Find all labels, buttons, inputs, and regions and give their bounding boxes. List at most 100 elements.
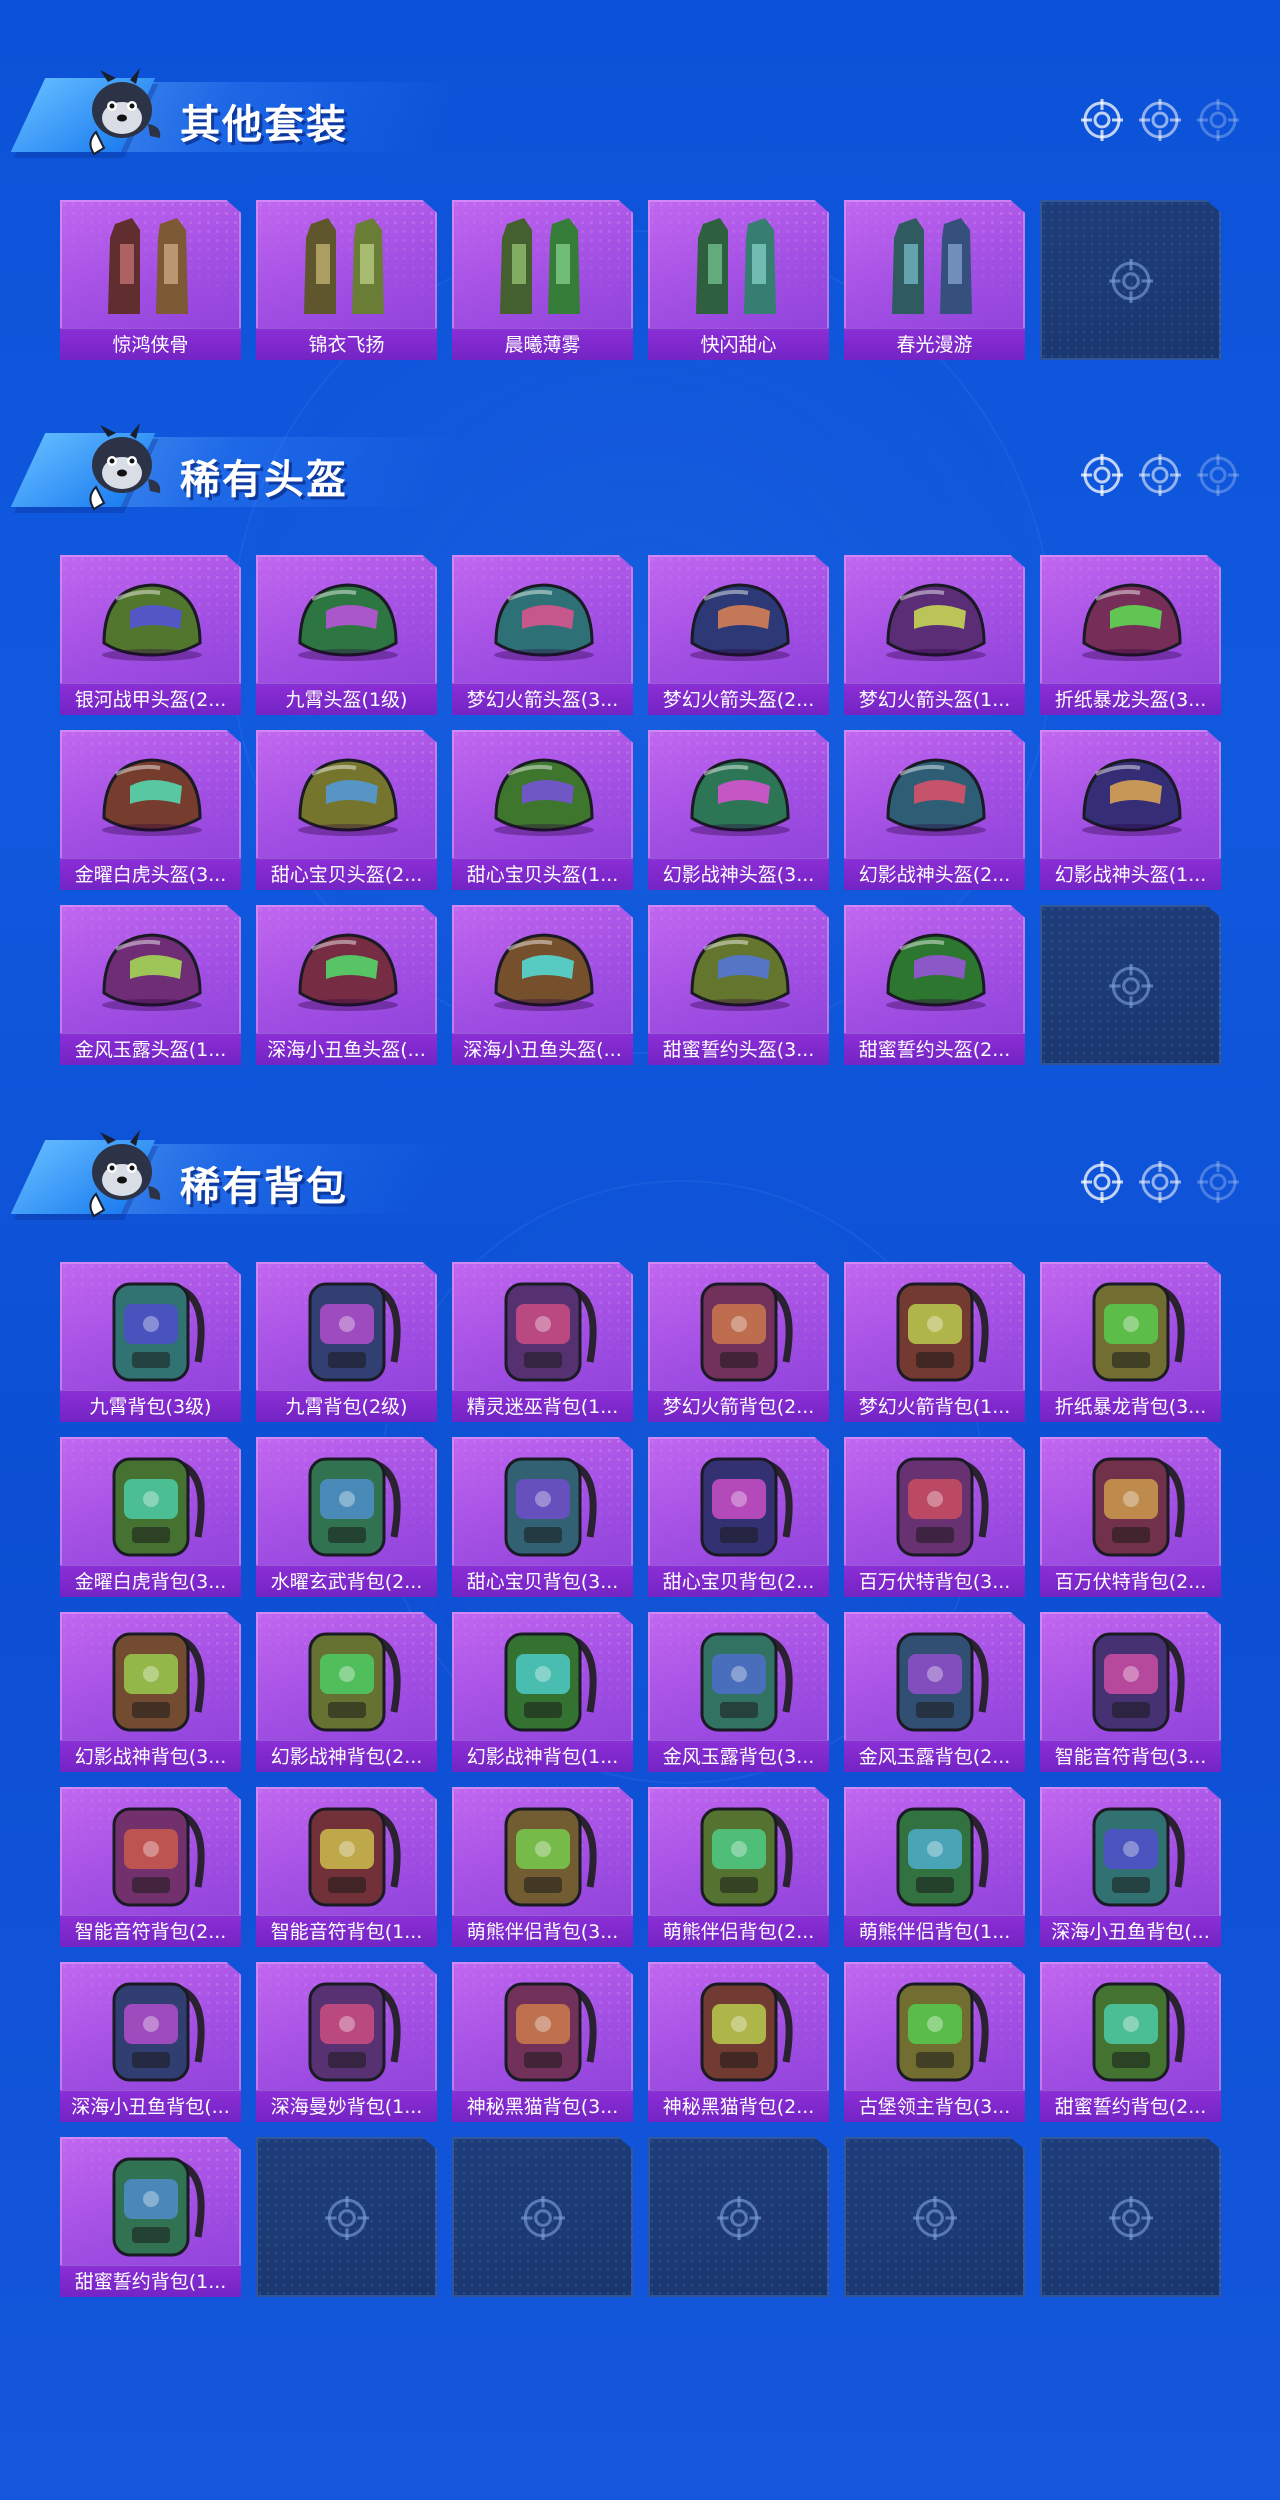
item-card[interactable]: 深海小丑鱼头盔(...	[452, 905, 633, 1065]
item-card[interactable]: 金风玉露背包(3...	[648, 1612, 829, 1772]
item-card[interactable]: 梦幻火箭头盔(2...	[648, 555, 829, 715]
item-card[interactable]: 金风玉露背包(2...	[844, 1612, 1025, 1772]
item-image	[648, 559, 829, 683]
item-image	[256, 1441, 437, 1565]
item-card[interactable]: 百万伏特背包(2...	[1040, 1437, 1221, 1597]
item-card[interactable]: 梦幻火箭头盔(3...	[452, 555, 633, 715]
item-card[interactable]: 幻影战神背包(1...	[452, 1612, 633, 1772]
item-name: 精灵迷巫背包(1...	[452, 1390, 633, 1422]
item-card[interactable]: 深海曼妙背包(1...	[256, 1962, 437, 2122]
item-card[interactable]: 幻影战神背包(2...	[256, 1612, 437, 1772]
item-card[interactable]: 水曜玄武背包(2...	[256, 1437, 437, 1597]
item-card[interactable]: 甜心宝贝头盔(2...	[256, 730, 437, 890]
item-name: 金曜白虎背包(3...	[60, 1565, 241, 1597]
item-image	[256, 1616, 437, 1740]
item-image	[256, 204, 437, 328]
item-image	[452, 1791, 633, 1915]
item-card[interactable]: 古堡领主背包(3...	[844, 1962, 1025, 2122]
item-card[interactable]: 锦衣飞扬	[256, 200, 437, 360]
item-card[interactable]: 晨曦薄雾	[452, 200, 633, 360]
item-grid: 银河战甲头盔(2... 九霄头盔(1级) 梦幻火箭头盔(3... 梦幻火箭头盔(…	[60, 555, 1221, 1065]
item-image	[648, 1616, 829, 1740]
item-card[interactable]: 深海小丑鱼背包(...	[1040, 1787, 1221, 1947]
item-card[interactable]: 九霄背包(3级)	[60, 1262, 241, 1422]
item-image	[844, 1791, 1025, 1915]
item-image	[648, 1966, 829, 2090]
item-card[interactable]: 幻影战神头盔(2...	[844, 730, 1025, 890]
item-image	[648, 1791, 829, 1915]
item-card[interactable]: 深海小丑鱼背包(...	[60, 1962, 241, 2122]
item-card[interactable]: 幻影战神头盔(1...	[1040, 730, 1221, 890]
item-card[interactable]: 甜心宝贝背包(3...	[452, 1437, 633, 1597]
section-title: 稀有头盔	[180, 457, 348, 503]
section-header: 其他套装	[0, 40, 1280, 156]
item-image	[648, 909, 829, 1033]
item-card[interactable]: 梦幻火箭头盔(1...	[844, 555, 1025, 715]
item-card[interactable]: 甜蜜誓约背包(2...	[1040, 1962, 1221, 2122]
item-card[interactable]: 金曜白虎背包(3...	[60, 1437, 241, 1597]
item-name: 萌熊伴侣背包(3...	[452, 1915, 633, 1947]
item-card[interactable]: 银河战甲头盔(2...	[60, 555, 241, 715]
item-name: 神秘黑猫背包(3...	[452, 2090, 633, 2122]
item-card[interactable]: 甜心宝贝头盔(1...	[452, 730, 633, 890]
item-card[interactable]: 甜蜜誓约背包(1...	[60, 2137, 241, 2297]
item-name: 深海小丑鱼头盔(...	[256, 1033, 437, 1065]
item-name: 梦幻火箭背包(2...	[648, 1390, 829, 1422]
item-name: 甜蜜誓约背包(1...	[60, 2265, 241, 2297]
item-name: 甜心宝贝背包(2...	[648, 1565, 829, 1597]
item-image	[256, 559, 437, 683]
item-card[interactable]: 精灵迷巫背包(1...	[452, 1262, 633, 1422]
item-name: 幻影战神背包(1...	[452, 1740, 633, 1772]
item-card[interactable]: 甜蜜誓约头盔(2...	[844, 905, 1025, 1065]
item-name: 智能音符背包(3...	[1040, 1740, 1221, 1772]
crosshair-target-icon	[1108, 2195, 1154, 2241]
item-card[interactable]: 百万伏特背包(3...	[844, 1437, 1025, 1597]
crosshair-target-icon	[1108, 258, 1154, 304]
item-name: 幻影战神背包(2...	[256, 1740, 437, 1772]
item-card[interactable]: 梦幻火箭背包(2...	[648, 1262, 829, 1422]
mascot-dog-icon	[78, 423, 166, 515]
item-image	[452, 1441, 633, 1565]
item-card[interactable]: 神秘黑猫背包(2...	[648, 1962, 829, 2122]
item-card[interactable]: 萌熊伴侣背包(2...	[648, 1787, 829, 1947]
item-card[interactable]: 九霄头盔(1级)	[256, 555, 437, 715]
crosshair-target-icon	[1138, 1160, 1182, 1204]
item-grid: 九霄背包(3级) 九霄背包(2级) 精灵迷巫背包(1... 梦幻火箭背包(2..…	[60, 1262, 1221, 2297]
item-card[interactable]: 折纸暴龙背包(3...	[1040, 1262, 1221, 1422]
item-card[interactable]: 智能音符背包(1...	[256, 1787, 437, 1947]
item-image	[60, 2141, 241, 2265]
item-image	[844, 1966, 1025, 2090]
item-card[interactable]: 幻影战神背包(3...	[60, 1612, 241, 1772]
item-image	[844, 734, 1025, 858]
item-card[interactable]: 九霄背包(2级)	[256, 1262, 437, 1422]
item-card[interactable]: 快闪甜心	[648, 200, 829, 360]
item-name: 深海小丑鱼背包(...	[1040, 1915, 1221, 1947]
item-card[interactable]: 春光漫游	[844, 200, 1025, 360]
item-grid: 惊鸿侠骨 锦衣飞扬 晨曦薄雾 快闪甜心 春光漫游	[60, 200, 1221, 360]
item-name: 金曜白虎头盔(3...	[60, 858, 241, 890]
item-card[interactable]: 智能音符背包(3...	[1040, 1612, 1221, 1772]
item-card[interactable]: 萌熊伴侣背包(1...	[844, 1787, 1025, 1947]
item-card[interactable]: 甜蜜誓约头盔(3...	[648, 905, 829, 1065]
item-card[interactable]: 梦幻火箭背包(1...	[844, 1262, 1025, 1422]
item-image	[452, 1616, 633, 1740]
item-card[interactable]: 甜心宝贝背包(2...	[648, 1437, 829, 1597]
empty-slot	[256, 2137, 437, 2297]
item-card[interactable]: 折纸暴龙头盔(3...	[1040, 555, 1221, 715]
item-card[interactable]: 智能音符背包(2...	[60, 1787, 241, 1947]
item-card[interactable]: 金曜白虎头盔(3...	[60, 730, 241, 890]
item-name: 惊鸿侠骨	[60, 328, 241, 360]
item-card[interactable]: 萌熊伴侣背包(3...	[452, 1787, 633, 1947]
item-name: 智能音符背包(1...	[256, 1915, 437, 1947]
item-card[interactable]: 深海小丑鱼头盔(...	[256, 905, 437, 1065]
section-title: 其他套装	[180, 102, 348, 148]
item-image	[60, 1441, 241, 1565]
item-card[interactable]: 金风玉露头盔(1...	[60, 905, 241, 1065]
item-card[interactable]: 惊鸿侠骨	[60, 200, 241, 360]
item-name: 金风玉露头盔(1...	[60, 1033, 241, 1065]
item-name: 甜蜜誓约头盔(2...	[844, 1033, 1025, 1065]
item-name: 深海小丑鱼头盔(...	[452, 1033, 633, 1065]
item-card[interactable]: 幻影战神头盔(3...	[648, 730, 829, 890]
item-card[interactable]: 神秘黑猫背包(3...	[452, 1962, 633, 2122]
item-name: 锦衣飞扬	[256, 328, 437, 360]
